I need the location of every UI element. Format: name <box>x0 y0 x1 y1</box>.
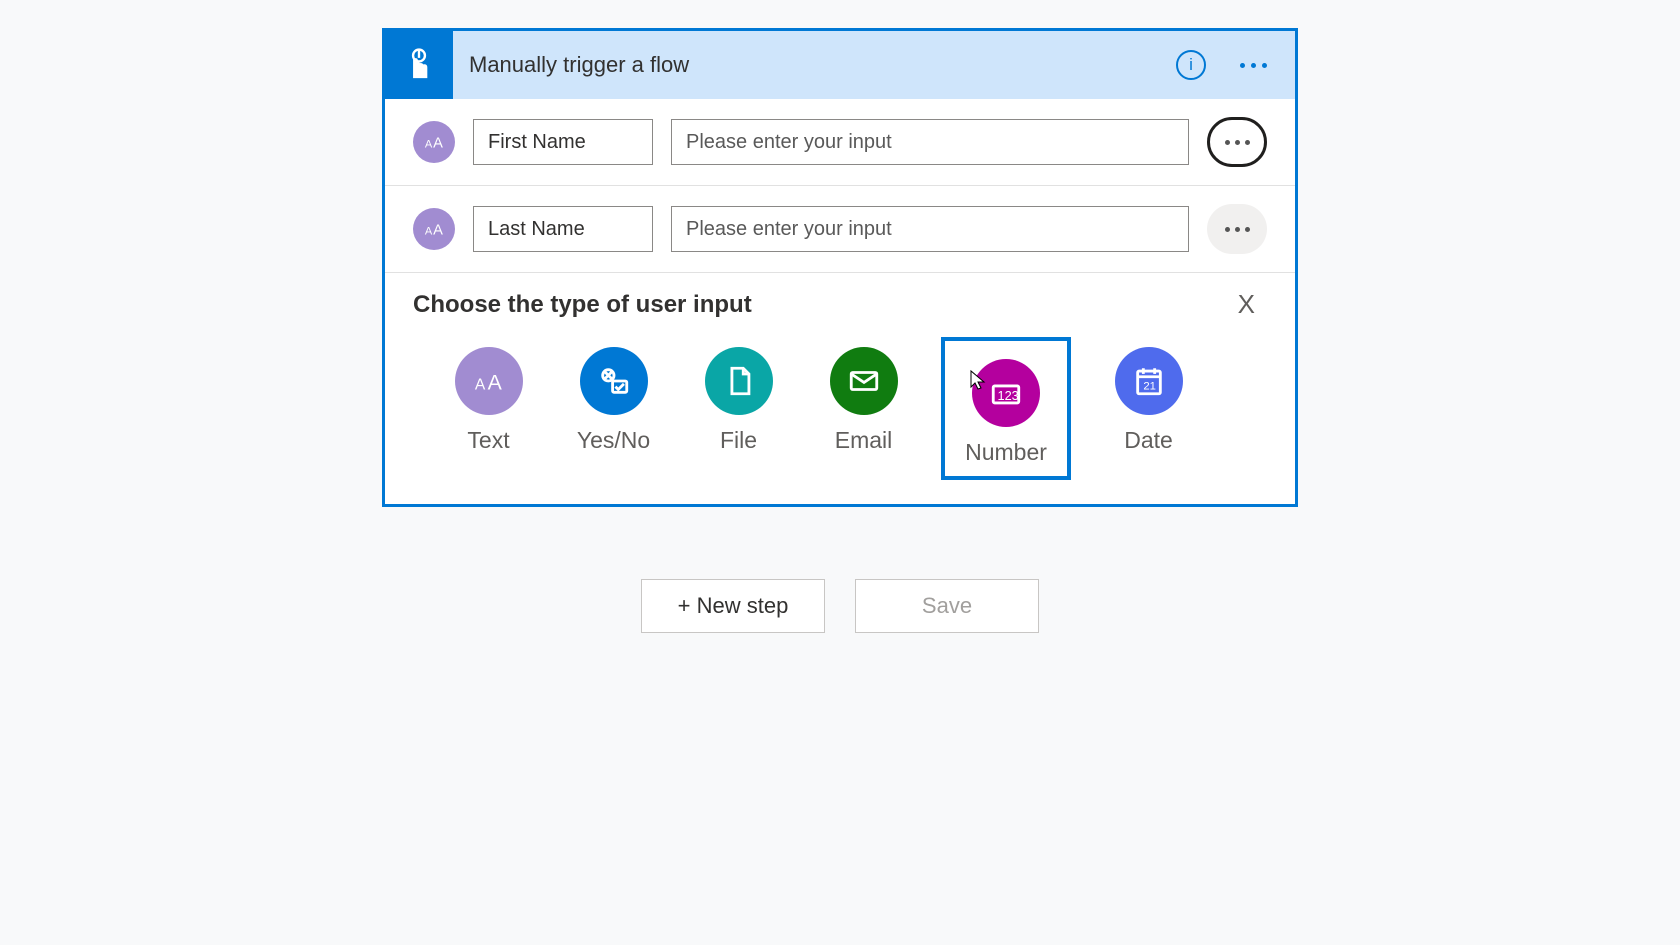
text-icon: AA <box>455 347 523 415</box>
chooser-title: Choose the type of user input <box>413 291 1267 319</box>
input-value-field[interactable] <box>671 119 1189 165</box>
input-row-first-name: AA <box>385 99 1295 186</box>
type-option-file[interactable]: File <box>691 337 786 480</box>
svg-text:A: A <box>433 136 443 152</box>
text-type-icon: AA <box>413 121 455 163</box>
type-label: Text <box>467 427 509 454</box>
svg-text:123: 123 <box>998 388 1019 403</box>
yesno-icon <box>580 347 648 415</box>
type-options-grid: AA Text Yes/No Fil <box>413 337 1267 480</box>
type-label: File <box>720 427 757 454</box>
type-option-yesno[interactable]: Yes/No <box>566 337 661 480</box>
svg-text:A: A <box>474 377 485 394</box>
input-more-button[interactable] <box>1207 204 1267 254</box>
type-option-email[interactable]: Email <box>816 337 911 480</box>
type-label: Yes/No <box>577 427 650 454</box>
trigger-header[interactable]: Manually trigger a flow i <box>385 31 1295 99</box>
close-icon[interactable]: X <box>1238 289 1255 320</box>
trigger-title: Manually trigger a flow <box>453 52 1176 78</box>
type-option-text[interactable]: AA Text <box>441 337 536 480</box>
footer-buttons: + New step Save <box>641 579 1039 633</box>
svg-text:21: 21 <box>1143 381 1156 393</box>
input-value-field[interactable] <box>671 206 1189 252</box>
input-name-field[interactable] <box>473 206 653 252</box>
input-type-chooser: Choose the type of user input X AA Text … <box>385 273 1295 504</box>
type-label: Date <box>1124 427 1173 454</box>
type-label: Number <box>965 439 1047 466</box>
save-button[interactable]: Save <box>855 579 1039 633</box>
trigger-card: Manually trigger a flow i AA AA Choose t… <box>382 28 1298 507</box>
svg-text:A: A <box>425 139 433 151</box>
type-label: Email <box>835 427 893 454</box>
trigger-more-button[interactable] <box>1234 57 1273 74</box>
input-name-field[interactable] <box>473 119 653 165</box>
svg-text:A: A <box>425 226 433 238</box>
date-icon: 21 <box>1115 347 1183 415</box>
text-type-icon: AA <box>413 208 455 250</box>
email-icon <box>830 347 898 415</box>
info-icon[interactable]: i <box>1176 50 1206 80</box>
input-more-button[interactable] <box>1207 117 1267 167</box>
manual-trigger-icon <box>385 31 453 99</box>
new-step-button[interactable]: + New step <box>641 579 825 633</box>
input-row-last-name: AA <box>385 186 1295 273</box>
type-option-number[interactable]: 123 Number <box>941 337 1071 480</box>
number-icon: 123 <box>972 359 1040 427</box>
type-option-date[interactable]: 21 Date <box>1101 337 1196 480</box>
file-icon <box>705 347 773 415</box>
svg-text:A: A <box>487 371 502 395</box>
svg-text:A: A <box>433 223 443 239</box>
